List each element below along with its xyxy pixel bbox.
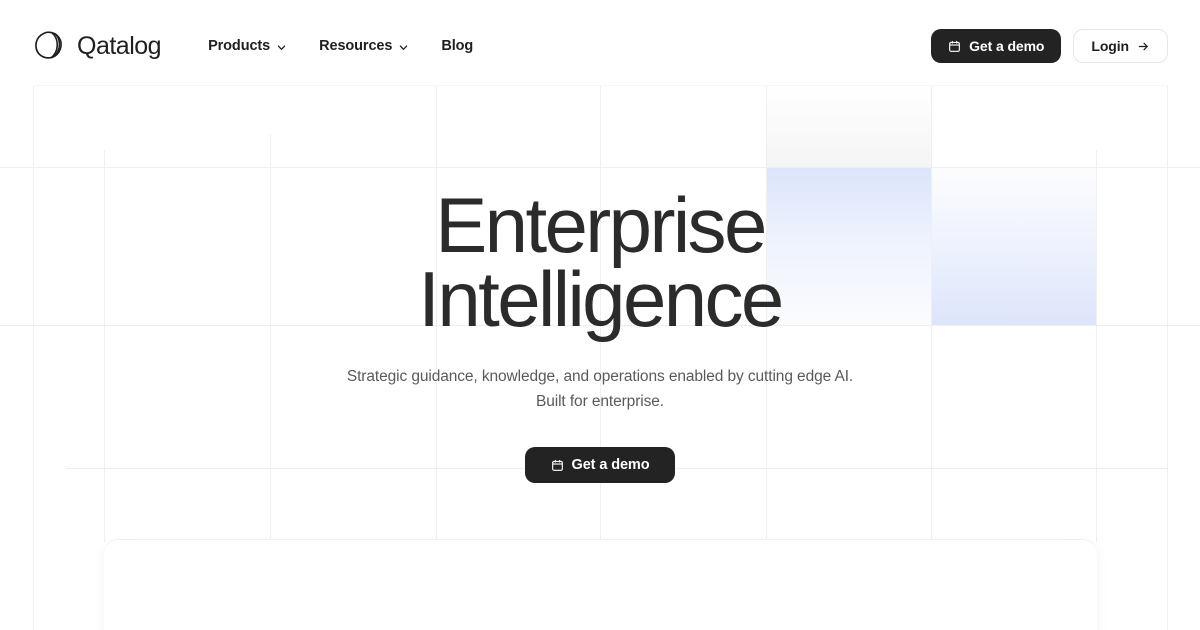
- nav-item-products[interactable]: Products: [197, 30, 298, 62]
- arrow-right-icon: [1137, 40, 1150, 53]
- get-a-demo-button[interactable]: Get a demo: [931, 29, 1062, 63]
- login-button[interactable]: Login: [1073, 29, 1168, 63]
- site-header: Qatalog Products Resources Blog Get a de…: [0, 0, 1200, 92]
- login-button-label: Login: [1091, 38, 1129, 54]
- nav-item-resources[interactable]: Resources: [308, 30, 420, 62]
- nav-item-label: Products: [208, 38, 271, 54]
- hero-get-a-demo-button[interactable]: Get a demo: [524, 447, 676, 484]
- qatalog-blob-logo-icon: [32, 29, 66, 63]
- nav-item-label: Resources: [319, 38, 393, 54]
- get-a-demo-button-label: Get a demo: [969, 38, 1045, 54]
- landing-page: Qatalog Products Resources Blog Get a de…: [0, 0, 1200, 630]
- nav-item-label: Blog: [441, 38, 474, 54]
- hero-subtitle-line-1: Strategic guidance, knowledge, and opera…: [346, 368, 854, 386]
- nav-item-blog[interactable]: Blog: [430, 30, 484, 62]
- brand-logo-link[interactable]: Qatalog: [32, 29, 162, 63]
- hero-subtitle-line-2: Built for enterprise.: [535, 393, 664, 411]
- page-title: Enterprise Intelligence: [418, 186, 784, 338]
- content-card-below-fold: [104, 540, 1097, 630]
- primary-nav: Products Resources Blog: [197, 30, 484, 62]
- chevron-down-icon: [276, 42, 287, 53]
- calendar-icon: [948, 40, 961, 53]
- page-title-line-2: Intelligence: [418, 255, 784, 344]
- calendar-icon: [551, 459, 564, 472]
- brand-name: Qatalog: [77, 31, 162, 60]
- chevron-down-icon: [398, 42, 409, 53]
- hero-subtitle: Strategic guidance, knowledge, and opera…: [347, 364, 853, 414]
- hero-get-a-demo-button-label: Get a demo: [571, 457, 650, 474]
- header-actions: Get a demo Login: [931, 29, 1168, 63]
